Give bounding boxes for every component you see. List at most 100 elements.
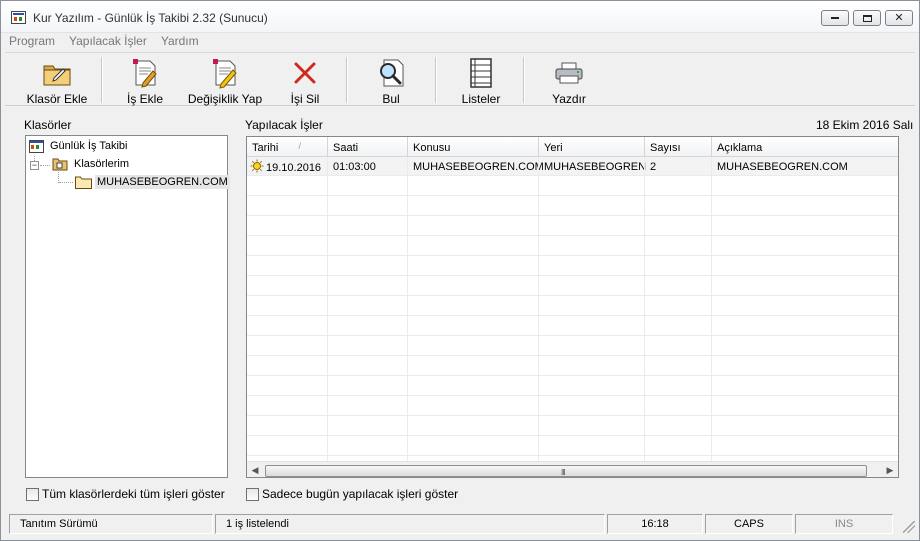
edit-button[interactable]: Değişiklik Yap (185, 55, 265, 106)
column-header-label: Sayısı (650, 142, 681, 154)
column-header-label: Yeri (544, 142, 563, 154)
column-header-count[interactable]: Sayısı (645, 137, 712, 157)
toolbar-separator (523, 57, 525, 103)
today-only-label: Sadece bugün yapılacak işleri göster (262, 487, 459, 501)
print-button[interactable]: Yazdır (537, 55, 601, 106)
show-all-label: Tüm klasörlerdeki tüm işleri göster (42, 487, 225, 501)
task-add-button[interactable]: İş Ekle (113, 55, 177, 106)
status-caps: CAPS (705, 514, 793, 534)
folder-tree[interactable]: Günlük İş Takibi − Klasörlerim MUHASEBEO… (25, 135, 230, 478)
toolbar-separator (101, 57, 103, 103)
empty-row (247, 217, 898, 236)
empty-row (247, 377, 898, 396)
delete-icon (294, 62, 316, 84)
menu-tasks[interactable]: Yapılacak İşler (61, 33, 153, 49)
resize-grip-icon[interactable] (903, 521, 915, 533)
empty-row (247, 317, 898, 336)
grid-header: Tarihi / Saati Konusu Yeri Sayısı Açıkla… (247, 137, 898, 157)
maximize-button[interactable] (853, 10, 881, 26)
window-controls: ✕ (821, 10, 913, 26)
tree-item-label: MUHASEBEOGREN.COM (95, 175, 230, 189)
tree-item-folder[interactable]: MUHASEBEOGREN.COM (75, 174, 230, 190)
collapse-icon[interactable]: − (30, 161, 39, 170)
folder-open-icon (52, 158, 68, 171)
table-row[interactable]: 19.10.2016 01:03:00 MUHASEBEOGREN.COM MU… (247, 157, 898, 176)
find-icon (380, 59, 404, 87)
delete-label: İşi Sil (290, 92, 320, 106)
sun-icon (250, 159, 264, 173)
tree-item-label: Günlük İş Takibi (50, 140, 128, 152)
column-header-date[interactable]: Tarihi / (247, 137, 328, 157)
cell-date: 19.10.2016 (247, 157, 328, 176)
horizontal-scrollbar[interactable]: ◀ III ▶ (247, 461, 898, 477)
column-header-subject[interactable]: Konusu (408, 137, 539, 157)
column-divider (644, 157, 645, 461)
print-label: Yazdır (552, 92, 586, 106)
lists-icon (470, 58, 492, 88)
column-header-place[interactable]: Yeri (539, 137, 645, 157)
menu-bar: Program Yapılacak İşler Yardım (1, 33, 919, 49)
empty-row (247, 237, 898, 256)
tree-item-root[interactable]: Günlük İş Takibi (29, 138, 129, 154)
app-icon (11, 11, 26, 24)
today-only-checkbox[interactable]: Sadece bugün yapılacak işleri göster (246, 487, 458, 501)
scrollbar-thumb[interactable]: III (265, 465, 867, 477)
menu-help[interactable]: Yardım (153, 33, 205, 49)
find-label: Bul (382, 92, 400, 106)
edit-label: Değişiklik Yap (187, 92, 263, 106)
app-icon (29, 139, 44, 153)
status-time: 16:18 (607, 514, 703, 534)
find-button[interactable]: Bul (361, 55, 421, 106)
cell-description: MUHASEBEOGREN.COM (717, 161, 848, 173)
toolbar-separator (435, 57, 437, 103)
status-count: 1 iş listelendi (215, 514, 605, 534)
tree-item-label: Klasörlerim (74, 158, 130, 170)
maximize-icon (862, 14, 872, 22)
delete-button[interactable]: İşi Sil (275, 55, 335, 106)
empty-row (247, 397, 898, 416)
tasks-grid[interactable]: Tarihi / Saati Konusu Yeri Sayısı Açıkla… (246, 136, 899, 478)
folder-icon (75, 176, 92, 189)
menu-program[interactable]: Program (1, 33, 61, 49)
cell-subject: MUHASEBEOGREN.COM (408, 157, 544, 176)
sort-ascending-icon: / (298, 141, 301, 151)
column-divider (538, 157, 539, 461)
checkbox-box[interactable] (246, 487, 259, 501)
column-header-label: Tarihi (252, 142, 279, 154)
column-header-label: Açıklama (717, 142, 763, 154)
close-button[interactable]: ✕ (885, 10, 913, 26)
toolbar-separator (346, 57, 348, 103)
column-header-description[interactable]: Açıklama (712, 137, 898, 157)
lists-button[interactable]: Listeler (449, 55, 513, 106)
tasks-label: Yapılacak İşler (245, 118, 323, 132)
empty-row (247, 297, 898, 316)
cell-place: MUHASEBEOGREN (539, 157, 646, 176)
cell-time: 01:03:00 (328, 157, 408, 176)
scroll-left-icon[interactable]: ◀ (250, 465, 260, 476)
empty-row (247, 357, 898, 376)
tree-connector (40, 165, 50, 166)
tree-item-my-folders[interactable]: Klasörlerim (52, 156, 131, 172)
cell-text: 19.10.2016 (266, 161, 322, 174)
empty-row (247, 197, 898, 216)
minimize-button[interactable] (821, 10, 849, 26)
checkbox-box[interactable] (26, 487, 39, 501)
status-ins: INS (795, 514, 893, 534)
folder-add-button[interactable]: Klasör Ekle (19, 55, 95, 106)
window-title: Kur Yazılım - Günlük İş Takibi 2.32 (Sun… (33, 11, 268, 25)
status-edition: Tanıtım Sürümü (9, 514, 213, 534)
scroll-right-icon[interactable]: ▶ (885, 465, 895, 476)
show-all-checkbox[interactable]: Tüm klasörlerdeki tüm işleri göster (26, 487, 225, 501)
column-header-time[interactable]: Saati (328, 137, 408, 157)
empty-row (247, 257, 898, 276)
column-header-label: Saati (333, 142, 359, 154)
column-header-label: Konusu (413, 142, 451, 154)
task-add-icon (133, 59, 157, 88)
toolbar: Klasör Ekle İş Ekle Değişiklik Yap İşi S… (5, 52, 915, 106)
column-divider (327, 157, 328, 461)
title-bar: Kur Yazılım - Günlük İş Takibi 2.32 (Sun… (1, 1, 919, 33)
folder-add-icon (43, 65, 71, 86)
column-divider (711, 157, 712, 461)
tree-connector (59, 182, 73, 183)
cell-count: 2 (645, 157, 712, 176)
